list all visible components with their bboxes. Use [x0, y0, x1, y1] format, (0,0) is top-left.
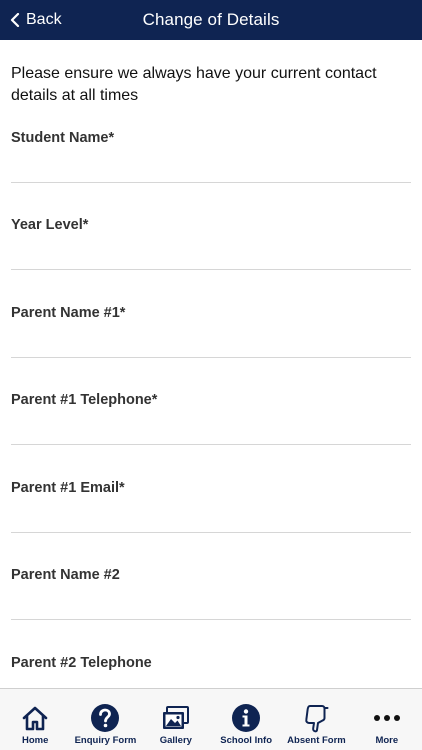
field-label: Parent #1 Email*	[11, 480, 125, 496]
form-scroll-area[interactable]: Please ensure we always have your curren…	[0, 40, 422, 688]
parent-2-telephone-input[interactable]	[11, 681, 411, 688]
home-icon	[22, 706, 48, 731]
student-name-input[interactable]	[11, 156, 411, 183]
year-level-field: Year Level*	[11, 217, 411, 304]
parent-name-1-field: Parent Name #1*	[11, 305, 411, 392]
tab-label: Absent Form	[287, 735, 346, 746]
tab-label: Home	[21, 735, 49, 746]
field-label: Parent #2 Telephone	[11, 655, 152, 671]
parent-1-email-input[interactable]	[11, 506, 411, 533]
tab-enquiry-form[interactable]: Enquiry Form	[70, 689, 140, 749]
intro-text: Please ensure we always have your curren…	[11, 65, 377, 104]
parent-1-telephone-input[interactable]	[11, 418, 411, 445]
field-label: Parent #1 Telephone*	[11, 392, 158, 408]
more-icon	[373, 715, 400, 721]
tab-label: School Info	[220, 735, 272, 746]
field-label: Parent Name #1*	[11, 305, 126, 321]
tab-more[interactable]: More	[352, 689, 422, 749]
question-icon	[91, 704, 120, 732]
parent-name-2-input[interactable]	[11, 593, 411, 620]
parent-2-telephone-field: Parent #2 Telephone	[11, 655, 411, 688]
tab-gallery[interactable]: Gallery	[141, 689, 211, 749]
student-name-field: Student Name*	[11, 130, 411, 217]
tab-absent-form[interactable]: Absent Form	[281, 689, 351, 749]
parent-name-1-input[interactable]	[11, 331, 411, 358]
info-icon	[232, 704, 261, 732]
parent-1-email-field: Parent #1 Email*	[11, 480, 411, 567]
parent-1-telephone-field: Parent #1 Telephone*	[11, 392, 411, 479]
back-label: Back	[26, 11, 62, 28]
tab-label: Gallery	[159, 735, 192, 746]
gallery-icon	[162, 706, 189, 729]
thumbs-down-icon	[305, 705, 329, 733]
field-label: Student Name*	[11, 130, 115, 146]
bottom-tab-bar: Home Enquiry Form Gallery School Info Ab…	[0, 688, 422, 750]
year-level-input[interactable]	[11, 243, 411, 270]
field-label: Parent Name #2	[11, 567, 120, 583]
top-nav-bar: Back Change of Details	[0, 0, 422, 40]
parent-name-2-field: Parent Name #2	[11, 567, 411, 654]
page-title: Change of Details	[142, 10, 280, 29]
tab-label: More	[375, 735, 399, 746]
tab-school-info[interactable]: School Info	[211, 689, 281, 749]
tab-label: Enquiry Form	[74, 735, 137, 746]
back-button[interactable]: Back	[10, 0, 62, 40]
chevron-left-icon	[10, 13, 20, 27]
tab-home[interactable]: Home	[0, 689, 70, 749]
field-label: Year Level*	[11, 217, 89, 233]
